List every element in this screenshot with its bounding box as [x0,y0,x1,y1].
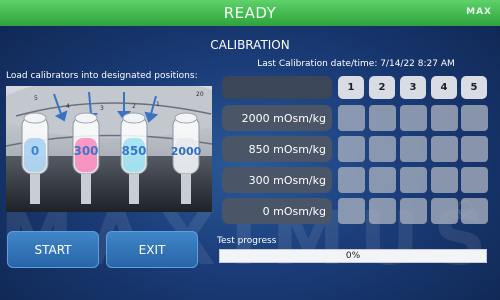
row-label: 850 mOsm/kg [222,136,332,162]
position-number: 1 [156,101,160,108]
column-header-3: 3 [400,76,426,99]
brand-logo: MAX [466,7,492,17]
vial-label: 2000 [171,145,202,158]
status-bar: READY MAX [0,0,500,26]
result-cell [400,105,427,131]
result-cell [431,198,458,224]
result-cell [461,136,488,162]
status-text: READY [223,4,277,22]
page-title: CALIBRATION [210,38,290,52]
position-number: 3 [100,105,104,112]
position-number: 20 [196,91,204,98]
column-header-4: 4 [431,76,457,99]
result-cell [400,198,427,224]
result-cell [400,167,427,193]
vial-cap [122,112,146,124]
vial-label: 300 [73,144,98,158]
progress-bar: 0% [219,249,487,263]
start-button[interactable]: START [7,231,99,268]
result-cell [369,198,396,224]
position-number: 4 [66,103,70,110]
position-number: 2 [132,103,136,110]
exit-button[interactable]: EXIT [106,231,198,268]
load-instructions: Load calibrators into designated positio… [6,71,198,81]
result-cell [338,167,365,193]
vial-holder [81,174,91,204]
vial-cap [174,112,198,124]
vial-label: 850 [121,144,146,158]
result-cell [369,136,396,162]
result-cell [461,167,488,193]
column-header-2: 2 [369,76,395,99]
column-header-1: 1 [338,76,364,99]
result-cell [400,136,427,162]
last-calibration-text: Last Calibration date/time: 7/14/22 8:27… [257,59,455,69]
calibrator-carousel-image: 0 300 850 2000 5 4 3 2 1 20 [6,86,212,212]
result-cell [431,167,458,193]
progress-label: Test progress [217,236,277,246]
result-cell [431,105,458,131]
vial-cap [74,112,98,124]
vial-holder [30,174,40,204]
result-cell [338,198,365,224]
result-cell [369,105,396,131]
result-cell [338,136,365,162]
result-cell [461,105,488,131]
result-cell [338,105,365,131]
progress-percent: 0% [345,251,361,261]
grid-corner [222,76,332,99]
vial-label: 0 [31,144,39,158]
result-cell [431,136,458,162]
result-cell [369,167,396,193]
vial-cap [23,112,47,124]
vial-holder [181,174,191,204]
result-cell [461,198,488,224]
column-header-5: 5 [461,76,487,99]
row-label: 2000 mOsm/kg [222,105,332,131]
calibrator-photo: 0 300 850 2000 5 4 3 2 1 20 [6,86,212,212]
vial-holder [129,174,139,204]
row-label: 300 mOsm/kg [222,167,332,193]
row-label: 0 mOsm/kg [222,198,332,224]
position-number: 5 [34,95,38,102]
